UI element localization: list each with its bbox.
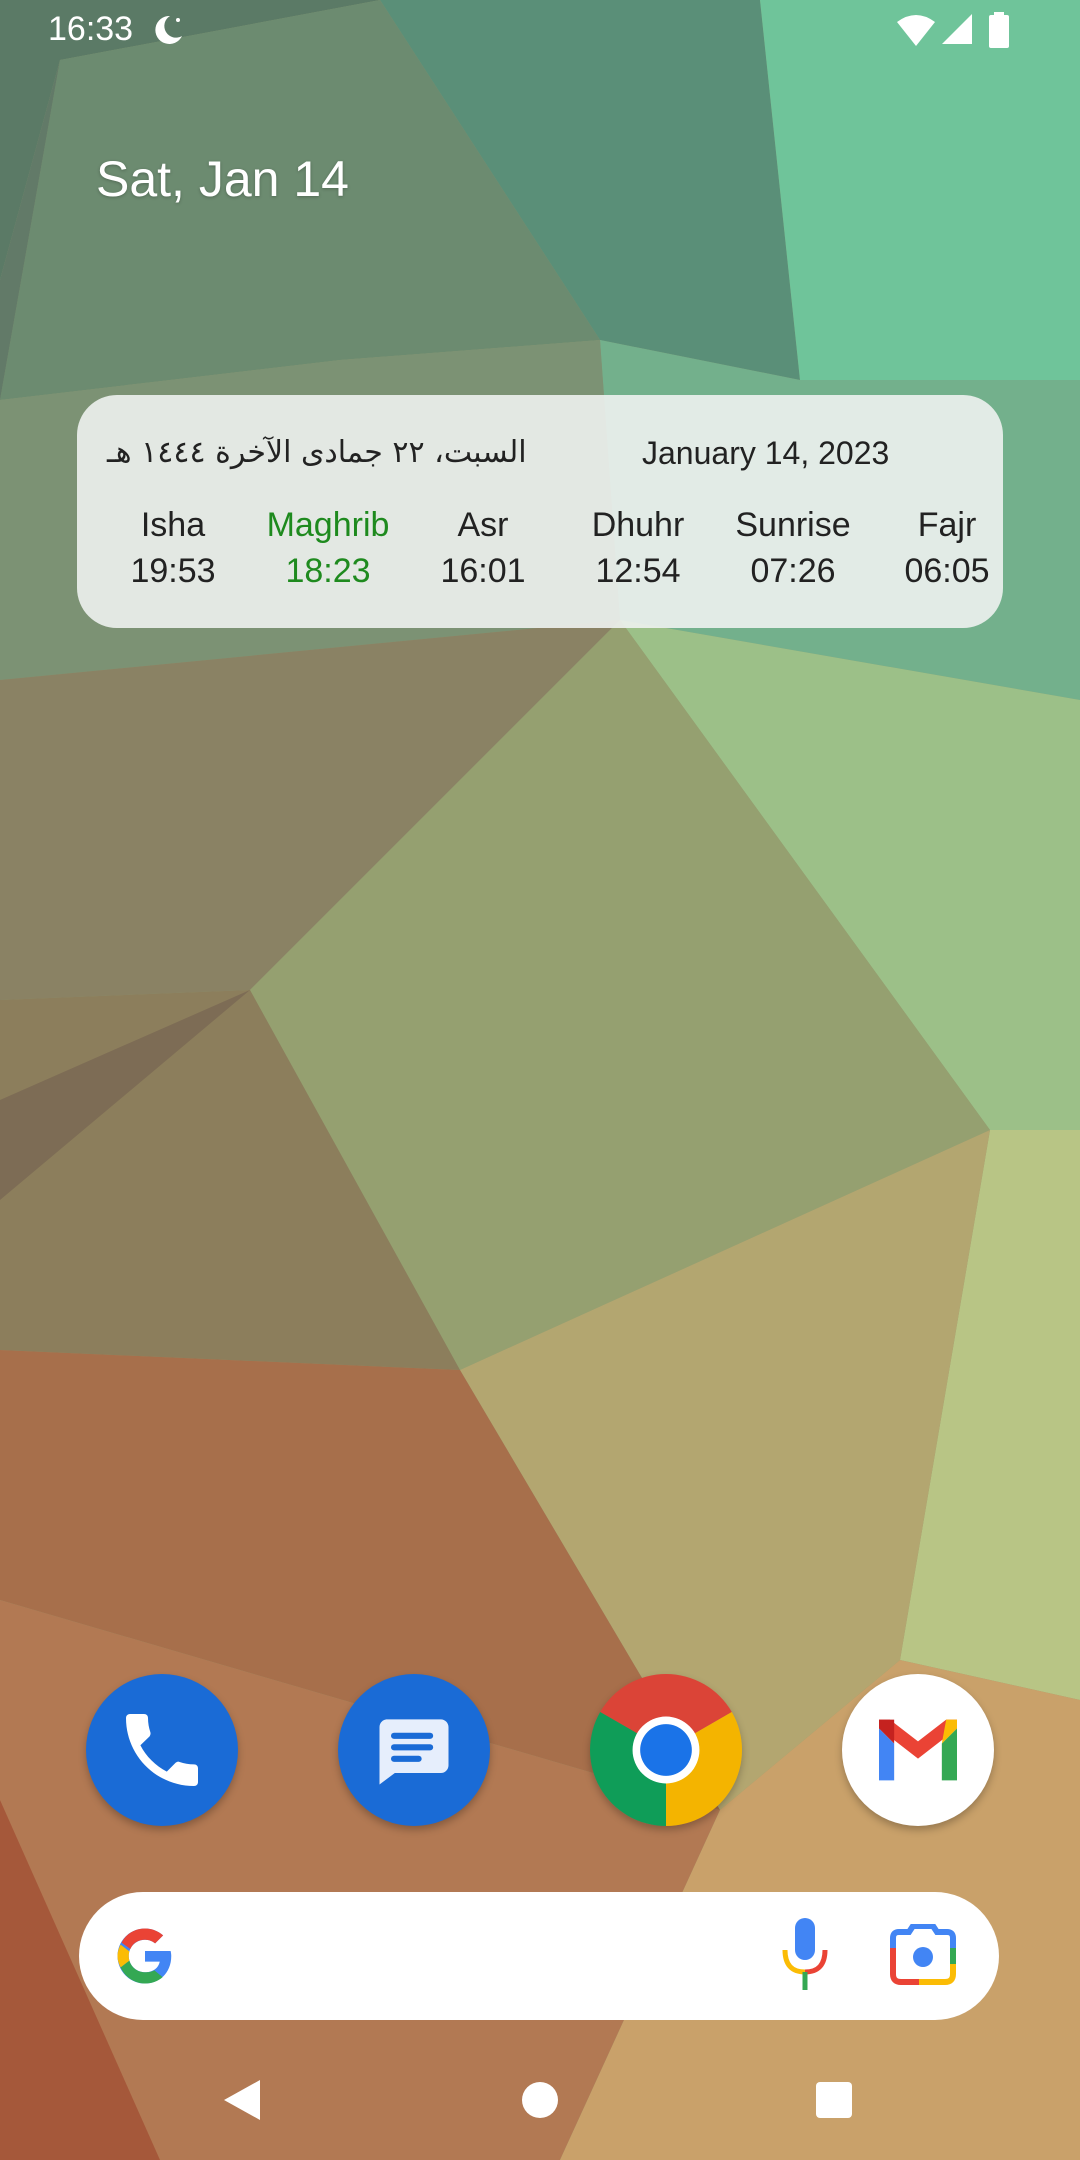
gmail-app-button[interactable] [842,1674,994,1826]
gregorian-date: January 14, 2023 [642,435,890,471]
recents-icon[interactable] [816,2082,852,2118]
prayer-sunrise: Sunrise 07:26 [713,503,873,595]
prayer-dhuhr: Dhuhr 12:54 [558,503,718,595]
google-g-icon [117,1928,172,1984]
battery-icon [989,12,1009,48]
prayer-name: Isha [140,506,206,544]
prayer-name: Asr [457,506,509,544]
prayer-time: 12:54 [595,552,681,590]
google-lens-icon[interactable] [889,1924,957,1986]
wallpaper [0,0,1080,2160]
wifi-icon [897,15,935,46]
chrome-app-button[interactable] [590,1674,742,1826]
prayer-time: 18:23 [285,552,371,590]
home-date[interactable]: Sat, Jan 14 [96,150,349,208]
hijri-date: السبت، ٢٢ جمادى الآخرة ١٤٤٤ هـ [107,435,527,470]
phone-app-button[interactable] [86,1674,238,1826]
gmail-icon [879,1719,957,1781]
prayer-name: Maghrib [266,506,390,544]
home-icon[interactable] [522,2082,558,2118]
messages-icon [379,1719,449,1785]
status-time: 16:33 [48,10,134,48]
prayer-isha: Isha 19:53 [93,503,253,595]
prayer-name: Dhuhr [591,506,685,544]
prayer-name: Sunrise [735,506,851,544]
cellular-signal-icon [942,14,972,44]
phone-icon [126,1714,198,1786]
prayer-fajr: Fajr 06:05 [867,503,1027,595]
prayer-times-widget[interactable]: السبت، ٢٢ جمادى الآخرة ١٤٤٤ هـ January 1… [77,395,1003,628]
chrome-icon [590,1674,742,1826]
prayer-time: 16:01 [440,552,526,590]
prayer-name: Fajr [917,506,977,544]
prayer-maghrib: Maghrib 18:23 [248,503,408,595]
back-icon[interactable] [220,2078,264,2122]
google-search-bar[interactable] [79,1892,999,2020]
prayer-time: 19:53 [130,552,216,590]
prayer-asr: Asr 16:01 [403,503,563,595]
status-bar: 16:33 [0,0,1080,60]
prayer-time: 07:26 [750,552,836,590]
messages-app-button[interactable] [338,1674,490,1826]
prayer-time: 06:05 [904,552,990,590]
microphone-icon[interactable] [779,1918,831,1994]
crescent-moon-icon [155,15,182,44]
